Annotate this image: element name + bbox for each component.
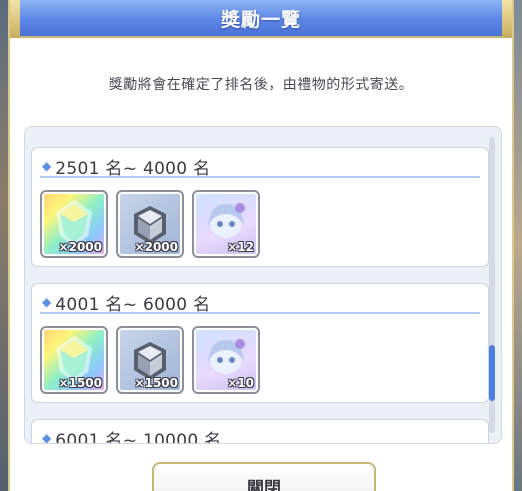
diamond-bullet-icon: ◆: [42, 295, 52, 309]
tier-rank-label: 2501 名~ 4000 名: [55, 158, 211, 179]
close-button[interactable]: 關閉: [152, 462, 376, 491]
scrollbar-thumb[interactable]: [489, 345, 495, 401]
tier-items: ×1500 ×1500 ×10: [40, 326, 260, 394]
diamond-bullet-icon: ◆: [42, 431, 52, 444]
item-quantity: ×1500: [134, 376, 178, 390]
diamond-bullet-icon: ◆: [42, 159, 52, 173]
rainbow-jewel-icon[interactable]: ×2000: [40, 190, 108, 258]
item-quantity: ×1500: [58, 376, 102, 390]
tier-rank-label: 4001 名~ 6000 名: [55, 294, 211, 315]
scrollbar-track[interactable]: [489, 137, 495, 433]
silver-gem-icon[interactable]: ×1500: [116, 326, 184, 394]
rainbow-jewel-icon[interactable]: ×1500: [40, 326, 108, 394]
reward-list-dialog: 獎勵一覽 獎勵將會在確定了排名後，由禮物的形式寄送。 ◆ 2501 名~ 400…: [8, 0, 514, 491]
tier-header: ◆ 4001 名~ 6000 名: [40, 292, 480, 315]
reward-tier-card: ◆ 6001 名~ 10000 名: [31, 419, 489, 444]
reward-list[interactable]: ◆ 2501 名~ 4000 名 ×2000 ×2000 ×12 ◆ 4001 …: [24, 126, 502, 444]
reward-note: 獎勵將會在確定了排名後，由禮物的形式寄送。: [108, 77, 414, 93]
item-quantity: ×2000: [134, 240, 178, 254]
tier-header: ◆ 2501 名~ 4000 名: [40, 156, 480, 179]
tier-header: ◆ 6001 名~ 10000 名: [40, 428, 480, 444]
dialog-title: 獎勵一覽: [220, 8, 301, 31]
item-quantity: ×2000: [58, 240, 102, 254]
close-button-label: 關閉: [247, 479, 281, 491]
tier-items: ×2000 ×2000 ×12: [40, 190, 260, 258]
dialog-title-bar: 獎勵一覽: [10, 0, 512, 38]
character-memory-piece-icon[interactable]: ×12: [192, 190, 260, 258]
reward-tier-card: ◆ 2501 名~ 4000 名 ×2000 ×2000 ×12: [31, 147, 489, 267]
item-quantity: ×12: [227, 240, 254, 254]
silver-gem-icon[interactable]: ×2000: [116, 190, 184, 258]
item-quantity: ×10: [227, 376, 254, 390]
reward-tier-card: ◆ 4001 名~ 6000 名 ×1500 ×1500 ×10: [31, 283, 489, 403]
tier-rank-label: 6001 名~ 10000 名: [55, 430, 222, 444]
character-memory-piece-icon[interactable]: ×10: [192, 326, 260, 394]
